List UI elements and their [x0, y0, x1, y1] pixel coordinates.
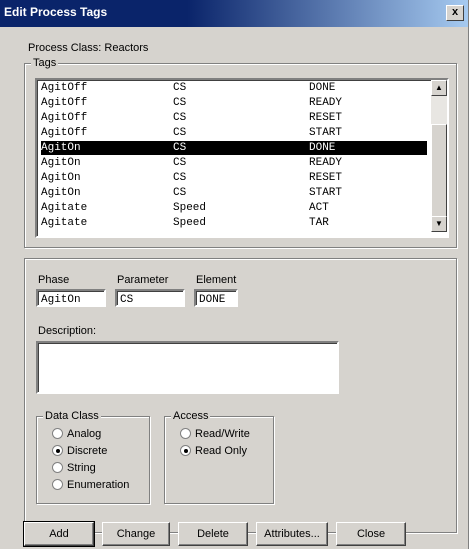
delete-button-label: Delete: [197, 528, 229, 540]
element-field[interactable]: DONE: [194, 289, 238, 307]
tag-phase-cell: Agitate: [41, 202, 88, 214]
change-button-label: Change: [116, 528, 156, 540]
radio-label: Enumeration: [67, 479, 130, 491]
data-class-radio-discrete[interactable]: Discrete: [52, 445, 107, 457]
tag-parameter-cell: CS: [173, 82, 187, 94]
radio-label: Read Only: [195, 445, 247, 457]
tag-element-cell: DONE: [309, 142, 336, 154]
tag-element-cell: RESET: [309, 112, 343, 124]
add-button[interactable]: Add: [23, 521, 95, 547]
radio-circle-icon: [52, 445, 63, 456]
window-title: Edit Process Tags: [4, 5, 108, 19]
radio-label: Discrete: [67, 445, 108, 457]
radio-label: String: [67, 462, 96, 474]
tag-parameter-cell: CS: [173, 112, 187, 124]
tag-parameter-cell: Speed: [173, 202, 207, 214]
data-class-radio-string[interactable]: String: [52, 462, 96, 474]
radio-label: Read/Write: [195, 428, 250, 440]
tag-phase-cell: Agitate: [41, 217, 88, 229]
tag-row[interactable]: Agitate Speed ACT: [41, 201, 427, 215]
access-label: Access: [171, 410, 211, 422]
process-class-label: Process Class: Reactors: [28, 42, 149, 54]
tags-listbox[interactable]: AgitOff CS DONE AgitOff CS READY AgitOff CS RESE…: [35, 78, 449, 238]
tag-phase-cell: AgitOff: [41, 112, 88, 124]
tag-element-cell: READY: [309, 97, 343, 109]
close-button-label: Close: [356, 528, 386, 540]
tag-parameter-cell: CS: [173, 157, 187, 169]
data-class-label: Data Class: [43, 410, 101, 422]
edit-process-tags-dialog: Edit Process Tags x Process Class: React…: [0, 0, 469, 549]
tag-row[interactable]: AgitOff CS RESET: [41, 111, 427, 125]
tag-row[interactable]: AgitOff CS READY: [41, 96, 427, 110]
tag-parameter-cell: CS: [173, 172, 187, 184]
tag-row[interactable]: AgitOn CS START: [41, 186, 427, 200]
add-button-label: Add: [49, 528, 69, 540]
scroll-up-icon[interactable]: ▲: [431, 80, 447, 96]
tag-phase-cell: AgitOff: [41, 97, 88, 109]
description-label: Description:: [38, 325, 97, 337]
close-window-button[interactable]: x: [446, 5, 464, 21]
radio-circle-icon: [52, 462, 63, 473]
tag-parameter-cell: CS: [173, 187, 187, 199]
tag-parameter-cell: CS: [173, 142, 187, 154]
parameter-label: Parameter: [117, 274, 169, 286]
scroll-thumb[interactable]: [431, 124, 447, 222]
phase-label: Phase: [38, 274, 70, 286]
delete-button[interactable]: Delete: [178, 522, 248, 546]
tag-element-cell: DONE: [309, 82, 336, 94]
tag-row[interactable]: AgitOff CS DONE: [41, 81, 427, 95]
tag-element-cell: ACT: [309, 202, 329, 214]
tag-phase-cell: AgitOn: [41, 142, 81, 154]
tag-row[interactable]: Agitate Speed TAR: [41, 216, 427, 230]
tag-phase-cell: AgitOn: [41, 172, 81, 184]
radio-circle-icon: [52, 479, 63, 490]
element-label: Element: [196, 274, 237, 286]
attributes-button-label: Attributes...: [264, 528, 320, 540]
tag-phase-cell: AgitOff: [41, 127, 88, 139]
tag-row[interactable]: AgitOff CS START: [41, 126, 427, 140]
tag-element-cell: START: [309, 127, 343, 139]
description-field[interactable]: [36, 341, 339, 394]
phase-field[interactable]: AgitOn: [36, 289, 106, 307]
parameter-field[interactable]: CS: [115, 289, 185, 307]
data-class-radio-enumeration[interactable]: Enumeration: [52, 479, 129, 491]
change-button[interactable]: Change: [102, 522, 170, 546]
radio-circle-icon: [180, 428, 191, 439]
radio-circle-icon: [52, 428, 63, 439]
tag-element-cell: START: [309, 187, 343, 199]
tag-element-cell: RESET: [309, 172, 343, 184]
close-button[interactable]: Close: [336, 522, 406, 546]
tag-row[interactable]: AgitOn CS RESET: [41, 171, 427, 185]
attributes-button[interactable]: Attributes...: [256, 522, 328, 546]
radio-label: Analog: [67, 428, 102, 440]
tag-phase-cell: AgitOn: [41, 187, 81, 199]
tag-parameter-cell: CS: [173, 127, 187, 139]
tags-group-label: Tags: [31, 57, 59, 69]
data-class-radio-analog[interactable]: Analog: [52, 428, 101, 440]
access-radio-read-write[interactable]: Read/Write: [180, 428, 250, 440]
tag-element-cell: TAR: [309, 217, 329, 229]
tag-element-cell: READY: [309, 157, 343, 169]
radio-circle-icon: [180, 445, 191, 456]
scroll-down-icon[interactable]: ▼: [431, 216, 447, 232]
tag-phase-cell: AgitOff: [41, 82, 88, 94]
tag-parameter-cell: CS: [173, 97, 187, 109]
tags-scrollbar[interactable]: ▲ ▼: [431, 80, 447, 232]
tag-row[interactable]: AgitOn CS DONE: [41, 141, 427, 155]
title-bar[interactable]: Edit Process Tags x: [0, 0, 468, 27]
tag-parameter-cell: Speed: [173, 217, 207, 229]
tag-row[interactable]: AgitOn CS READY: [41, 156, 427, 170]
tag-phase-cell: AgitOn: [41, 157, 81, 169]
access-radio-read-only[interactable]: Read Only: [180, 445, 247, 457]
